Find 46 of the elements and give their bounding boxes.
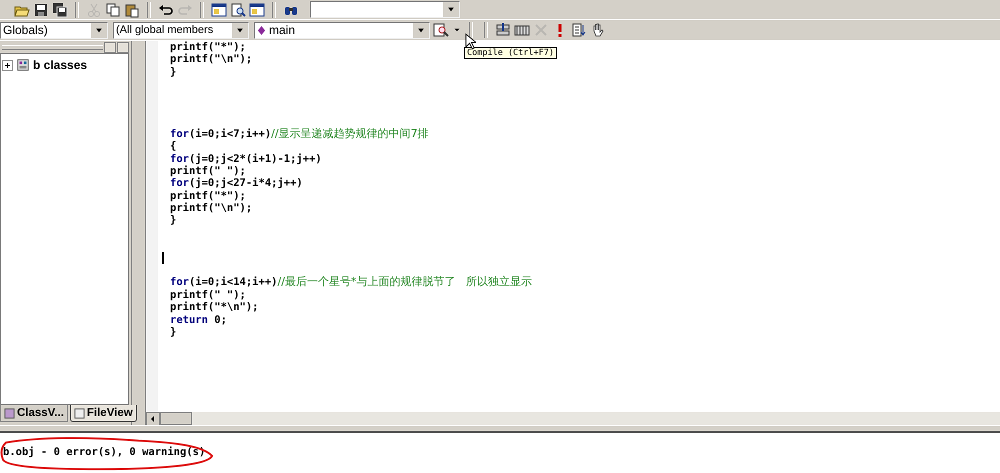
code-line: printf("*\n");: [170, 301, 259, 314]
scroll-left-icon[interactable]: [149, 415, 157, 423]
file-icon: [4, 408, 15, 418]
workspace-tab[interactable]: ClassV...: [0, 405, 68, 422]
scroll-thumb[interactable]: [160, 412, 192, 425]
code-line: printf(" ");: [170, 288, 246, 302]
code-line: printf(" ");: [170, 164, 246, 178]
code-line: }: [170, 214, 176, 227]
text-cursor: [162, 252, 164, 264]
classes-icon: [16, 58, 30, 72]
window-icon[interactable]: [211, 2, 227, 18]
code-line: printf("\n");: [170, 202, 252, 214]
class-dropdown[interactable]: Globals): [0, 22, 108, 38]
code-line: }: [170, 66, 176, 78]
code-line: for(i=0;i<7;i++)//显示呈递减趋势规律的中间7排: [170, 128, 429, 140]
caret-icon: [231, 22, 248, 38]
tooltip: Compile (Ctrl+F7): [464, 47, 557, 59]
build-result-text: b.obj - 0 error(s), 0 warning(s): [3, 446, 206, 458]
caret-icon: [90, 22, 107, 38]
file-icon: [74, 408, 85, 418]
expand-toggle-icon[interactable]: [3, 60, 12, 70]
clipboard-icon[interactable]: [124, 2, 140, 18]
window-icon[interactable]: [249, 2, 265, 18]
code-line: for(j=0;j<27-i*4;j++): [170, 177, 303, 190]
code-line: printf("*");: [170, 41, 246, 54]
horizontal-scrollbar[interactable]: [146, 412, 1000, 425]
stack-icon[interactable]: [495, 22, 511, 38]
code-line: printf("*");: [170, 190, 246, 202]
function-dropdown[interactable]: main: [254, 22, 430, 38]
code-line: for(i=0;i<14;i++)//最后一个星号*与上面的规律脱节了 所以独立显示: [170, 276, 532, 289]
code-line: for(j=0;j<2*(i+1)-1;j++): [170, 152, 322, 165]
copy-icon[interactable]: [105, 2, 121, 18]
code-line: printf("\n");: [170, 53, 252, 66]
floppy-disks-icon[interactable]: [52, 2, 68, 18]
code-line: }: [170, 326, 176, 338]
tree-item[interactable]: b classes: [33, 58, 88, 72]
search-dropdown[interactable]: [310, 1, 460, 18]
code-line: return 0;: [170, 314, 227, 326]
diamond-icon: [257, 24, 266, 36]
caret-icon: [412, 22, 429, 38]
search-icon[interactable]: [230, 2, 246, 18]
code-line: {: [170, 140, 176, 153]
search-icon[interactable]: [433, 22, 449, 38]
filter-dropdown[interactable]: (All global members: [113, 22, 249, 38]
list-icon[interactable]: [571, 22, 587, 38]
workspace-tab[interactable]: FileView: [70, 405, 137, 422]
